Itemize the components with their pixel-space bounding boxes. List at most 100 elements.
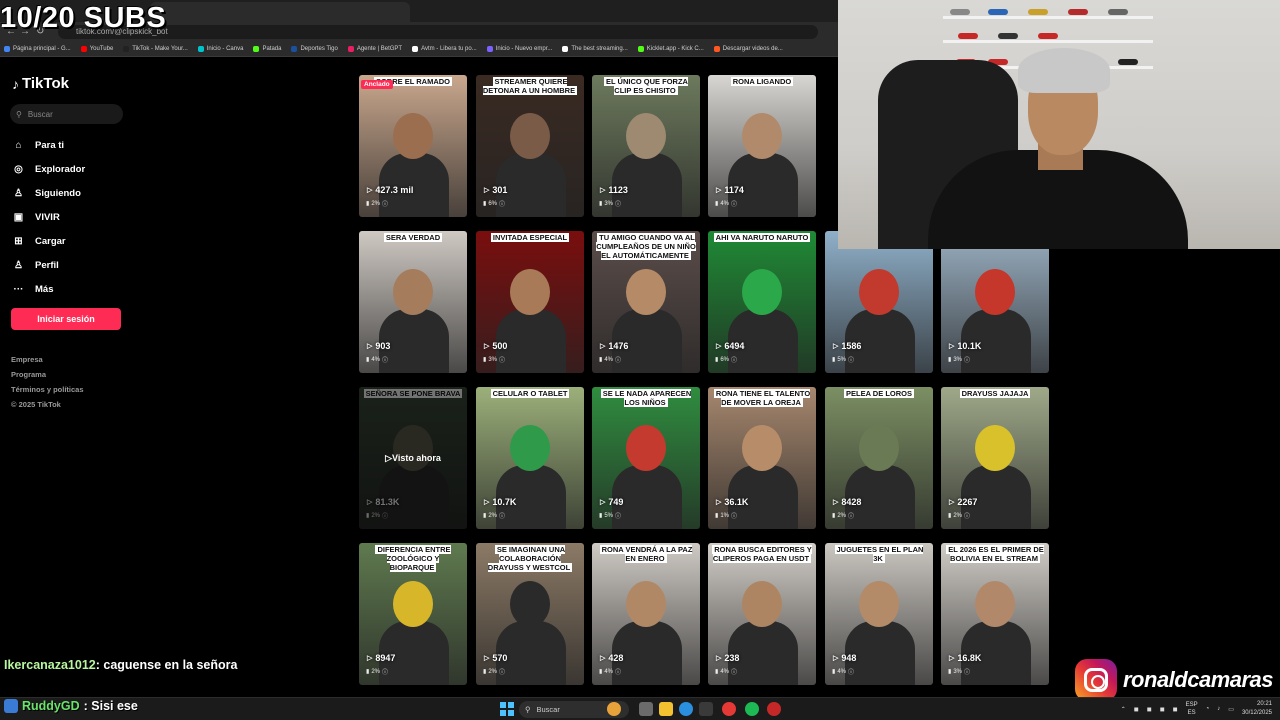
address-bar[interactable]: tiktok.com/@clipskick_bot xyxy=(58,25,818,39)
bookmark-item[interactable]: Patada xyxy=(253,46,281,52)
sidebar-item-perfil[interactable]: ♙ Perfil xyxy=(12,253,132,277)
video-engagement: ▮ 4% ⓘ xyxy=(599,667,621,677)
info-icon: ⓘ xyxy=(730,514,737,520)
sidebar-item-para-ti[interactable]: ⌂ Para ti xyxy=(12,133,132,157)
play-icon: ▷ xyxy=(833,655,839,662)
video-tile[interactable]: INVITADA ESPECIAL ▷ 500 ▮ 3% ⓘ xyxy=(476,231,584,373)
video-tile[interactable]: SOBRE EL RAMADO Anclado ▷ 427.3 mil ▮ 2% ⓘ xyxy=(359,75,467,217)
sidebar-item-más[interactable]: ··· Más xyxy=(12,277,132,301)
video-caption: DRAYUSS JAJAJA xyxy=(945,389,1045,398)
tiktok-logo[interactable]: ♪ TikTok xyxy=(12,75,69,92)
info-icon: ⓘ xyxy=(730,202,737,208)
video-view-count: ▷ 8428 xyxy=(833,497,861,507)
video-view-count: ▷ 948 xyxy=(833,653,856,663)
tray-icon[interactable]: ◼ xyxy=(1147,706,1152,713)
bookmark-favicon-icon xyxy=(80,46,87,52)
video-tile[interactable]: EL ÚNICO QUE FORZA CLIP ES CHISITO ▷ 1123 ▮… xyxy=(592,75,700,217)
task-view-icon[interactable] xyxy=(639,702,653,716)
bookmark-item[interactable]: Página principal - G... xyxy=(4,46,71,52)
instagram-handle: ronaldcamaras xyxy=(1123,667,1274,692)
play-icon: ▷ xyxy=(367,187,373,194)
sidebar-item-siguiendo[interactable]: ♙ Siguiendo xyxy=(12,181,132,205)
video-tile[interactable]: EL 2026 ES EL PRIMER DE BOLIVIA EN EL ST… xyxy=(941,543,1049,685)
tray-icon[interactable]: ◼ xyxy=(1134,706,1139,713)
video-tile[interactable]: RONA LIGANDO ▷ 1174 ▮ 4% ⓘ xyxy=(708,75,816,217)
spotify-icon[interactable] xyxy=(745,702,759,716)
bookmark-item[interactable]: Inicio - Nuevo empr... xyxy=(486,46,552,52)
video-tile[interactable]: SEÑORA SE PONE BRAVA▷81.3K▮2%ⓘ▷ Visto ah… xyxy=(359,387,467,529)
footer-link[interactable]: Términos y políticas xyxy=(11,382,84,397)
bookmark-item[interactable]: Avtm - Libera tu po... xyxy=(412,46,477,52)
video-tile[interactable]: SERA VERDAD ▷ 903 ▮ 4% ⓘ xyxy=(359,231,467,373)
view-count-text: 1123 xyxy=(608,185,628,195)
sidebar-item-explorador[interactable]: ◎ Explorador xyxy=(12,157,132,181)
wifi-icon[interactable]: ◔ xyxy=(1206,706,1210,712)
video-tile[interactable]: CELULAR O TABLET ▷ 10.7K ▮ 2% ⓘ xyxy=(476,387,584,529)
bookmark-favicon-icon xyxy=(197,46,204,52)
battery-icon[interactable]: ▭ xyxy=(1228,706,1234,713)
volume-icon[interactable]: ♪ xyxy=(1217,706,1220,712)
search-input[interactable]: ⚲ Buscar xyxy=(10,104,123,124)
video-caption-text: RONA VENDRÁ A LA PAZ EN ENERO xyxy=(599,545,693,563)
language-indicator[interactable]: ESP ES xyxy=(1186,701,1198,717)
video-view-count: ▷ 10.1K xyxy=(949,341,981,351)
bookmark-item[interactable]: Deportes Tigo xyxy=(291,46,338,52)
video-engagement: ▮ 3% ⓘ xyxy=(948,355,970,365)
video-tile[interactable]: AHI VA NARUTO NARUTO ▷ 6494 ▮ 6% ⓘ xyxy=(708,231,816,373)
chrome-icon[interactable] xyxy=(722,702,736,716)
sidebar-item-vivir[interactable]: ▣ VIVIR xyxy=(12,205,132,229)
video-tile[interactable]: SE LE NADA APARECEN LOS NIÑOS ▷ 749 ▮ 5% ⓘ xyxy=(592,387,700,529)
sidebar-item-label: VIVIR xyxy=(35,211,60,223)
video-caption-text: SE LE NADA APARECEN LOS NIÑOS xyxy=(600,389,692,407)
tray-icon[interactable]: ◼ xyxy=(1160,706,1165,713)
subs-goal-overlay: 10/20 SUBS xyxy=(0,2,167,34)
taskbar-app-icon[interactable] xyxy=(607,702,621,716)
video-tile[interactable]: RONA TIENE EL TALENTO DE MOVER LA OREJA ▷… xyxy=(708,387,816,529)
bookmark-item[interactable]: Agente | BetGPT xyxy=(347,46,402,52)
streamer-hair xyxy=(1018,48,1110,93)
windows-start-icon[interactable] xyxy=(500,702,514,716)
video-tile[interactable]: RONA BUSCA EDITORES Y CLIPEROS PAGA EN U… xyxy=(708,543,816,685)
video-caption: CELULAR O TABLET xyxy=(480,389,580,398)
edge-icon[interactable] xyxy=(679,702,693,716)
bookmark-item[interactable]: TikTok - Make Your... xyxy=(123,46,188,52)
info-icon: ⓘ xyxy=(498,670,505,676)
video-caption: AHI VA NARUTO NARUTO xyxy=(712,233,812,242)
video-tile[interactable]: ▷ 10.1K ▮ 3% ⓘ xyxy=(941,231,1049,373)
video-tile[interactable]: JUGUETES EN EL PLAN 3K ▷ 948 ▮ 4% ⓘ xyxy=(825,543,933,685)
bar-chart-icon: ▮ xyxy=(715,357,719,363)
video-tile[interactable]: DRAYUSS JAJAJA ▷ 2267 ▮ 2% ⓘ xyxy=(941,387,1049,529)
bar-chart-icon: ▮ xyxy=(715,201,719,207)
chevron-up-icon[interactable]: ⌃ xyxy=(1121,706,1126,713)
browser-active-tab[interactable] xyxy=(150,2,410,22)
tray-icon[interactable]: ◼ xyxy=(1173,706,1178,713)
video-tile[interactable]: STREAMER QUIERE DETONAR A UN HOMBRE ▷ 301 ▮… xyxy=(476,75,584,217)
logo-text: TikTok xyxy=(22,75,69,92)
bookmark-item[interactable]: The best streaming... xyxy=(562,46,628,52)
bookmark-item[interactable]: Inicio - Canva xyxy=(197,46,243,52)
live-icon: ▣ xyxy=(13,211,24,223)
login-button[interactable]: Iniciar sesión xyxy=(11,308,121,330)
bookmark-item[interactable]: Kicklet.app - Kick C... xyxy=(637,46,704,52)
store-icon[interactable] xyxy=(699,702,713,716)
bar-chart-icon: ▮ xyxy=(483,669,487,675)
bookmark-item[interactable]: YouTube xyxy=(80,46,113,52)
footer-link[interactable]: Empresa xyxy=(11,352,84,367)
footer-link[interactable]: Programa xyxy=(11,367,84,382)
webcam-feed xyxy=(838,0,1280,249)
sidebar-item-cargar[interactable]: ⊞ Cargar xyxy=(12,229,132,253)
clock[interactable]: 20:21 30/12/2025 xyxy=(1242,700,1272,718)
bookmark-item[interactable]: Descargar videos de... xyxy=(713,46,783,52)
video-tile[interactable]: ▷ 1586 ▮ 5% ⓘ xyxy=(825,231,933,373)
video-tile[interactable]: SE IMAGINAN UNA COLABORACIÓN DRAYUSS Y W… xyxy=(476,543,584,685)
windows-taskbar: ⚲ Buscar ⌃ ◼ ◼ ◼ ◼ ESP ES ◔ ♪ ▭ 20:21 30… xyxy=(0,697,1280,720)
video-tile[interactable]: RONA VENDRÁ A LA PAZ EN ENERO ▷ 428 ▮ 4% ⓘ xyxy=(592,543,700,685)
video-view-count: ▷ 428 xyxy=(600,653,623,663)
video-tile[interactable]: TU AMIGO CUANDO VA AL CUMPLEAÑOS DE UN N… xyxy=(592,231,700,373)
file-explorer-icon[interactable] xyxy=(659,702,673,716)
bar-chart-icon: ▮ xyxy=(715,513,719,519)
obs-icon[interactable] xyxy=(767,702,781,716)
video-caption-text: TU AMIGO CUANDO VA AL CUMPLEAÑOS DE UN N… xyxy=(596,233,696,260)
engagement-text: 2% xyxy=(488,512,497,519)
video-tile[interactable]: PELEA DE LOROS ▷ 8428 ▮ 2% ⓘ xyxy=(825,387,933,529)
